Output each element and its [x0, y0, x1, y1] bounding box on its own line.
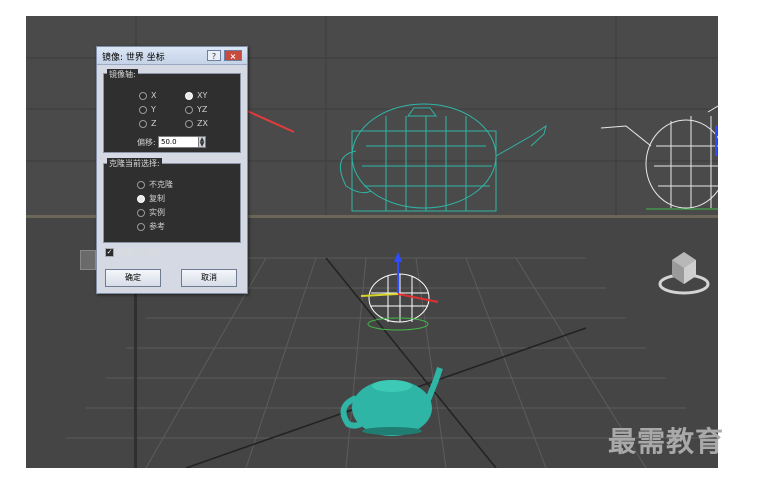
checkmark-icon: ✓ [105, 248, 114, 257]
watermark-text: 最需教育 [608, 425, 725, 458]
viewcube-icon[interactable] [654, 240, 714, 300]
teapot-wireframe-teal [339, 103, 547, 212]
mirror-dialog: 镜像: 世界 坐标 ? × 镜像轴: X Y Z XY YZ ZX 偏移: 50… [96, 46, 248, 294]
radio-reference[interactable]: 参考 [137, 221, 165, 232]
radio-axis-zx[interactable]: ZX [185, 119, 208, 128]
mirror-axis-label: 镜像轴: [107, 69, 138, 80]
radio-axis-x[interactable]: X [139, 91, 156, 100]
viewport-gizmo-icon[interactable] [80, 250, 96, 270]
close-button[interactable]: × [224, 50, 242, 61]
dialog-title: 镜像: 世界 坐标 [102, 53, 165, 63]
mirror-ik-checkbox[interactable]: ✓ 镜像 IK 限制 [105, 247, 162, 258]
dialog-title-bar[interactable]: 镜像: 世界 坐标 ? × [97, 47, 247, 65]
radio-axis-z[interactable]: Z [139, 119, 156, 128]
radio-axis-y[interactable]: Y [139, 105, 156, 114]
teapot-wireframe-white [600, 105, 718, 209]
radio-copy[interactable]: 复制 [137, 193, 165, 204]
radio-instance[interactable]: 实例 [137, 207, 165, 218]
cancel-button[interactable]: 取消 [181, 269, 237, 287]
offset-input[interactable]: 50.0 [158, 136, 200, 148]
clone-selection-label: 克隆当前选择: [107, 158, 162, 169]
ok-button[interactable]: 确定 [105, 269, 161, 287]
help-button[interactable]: ? [207, 50, 221, 61]
offset-spinner[interactable]: ▲ ▼ [198, 136, 206, 148]
radio-axis-yz[interactable]: YZ [185, 105, 207, 114]
radio-axis-xy[interactable]: XY [185, 91, 207, 100]
offset-label: 偏移: [137, 138, 156, 147]
clone-selection-group [103, 163, 241, 243]
radio-no-clone[interactable]: 不克隆 [137, 179, 173, 190]
